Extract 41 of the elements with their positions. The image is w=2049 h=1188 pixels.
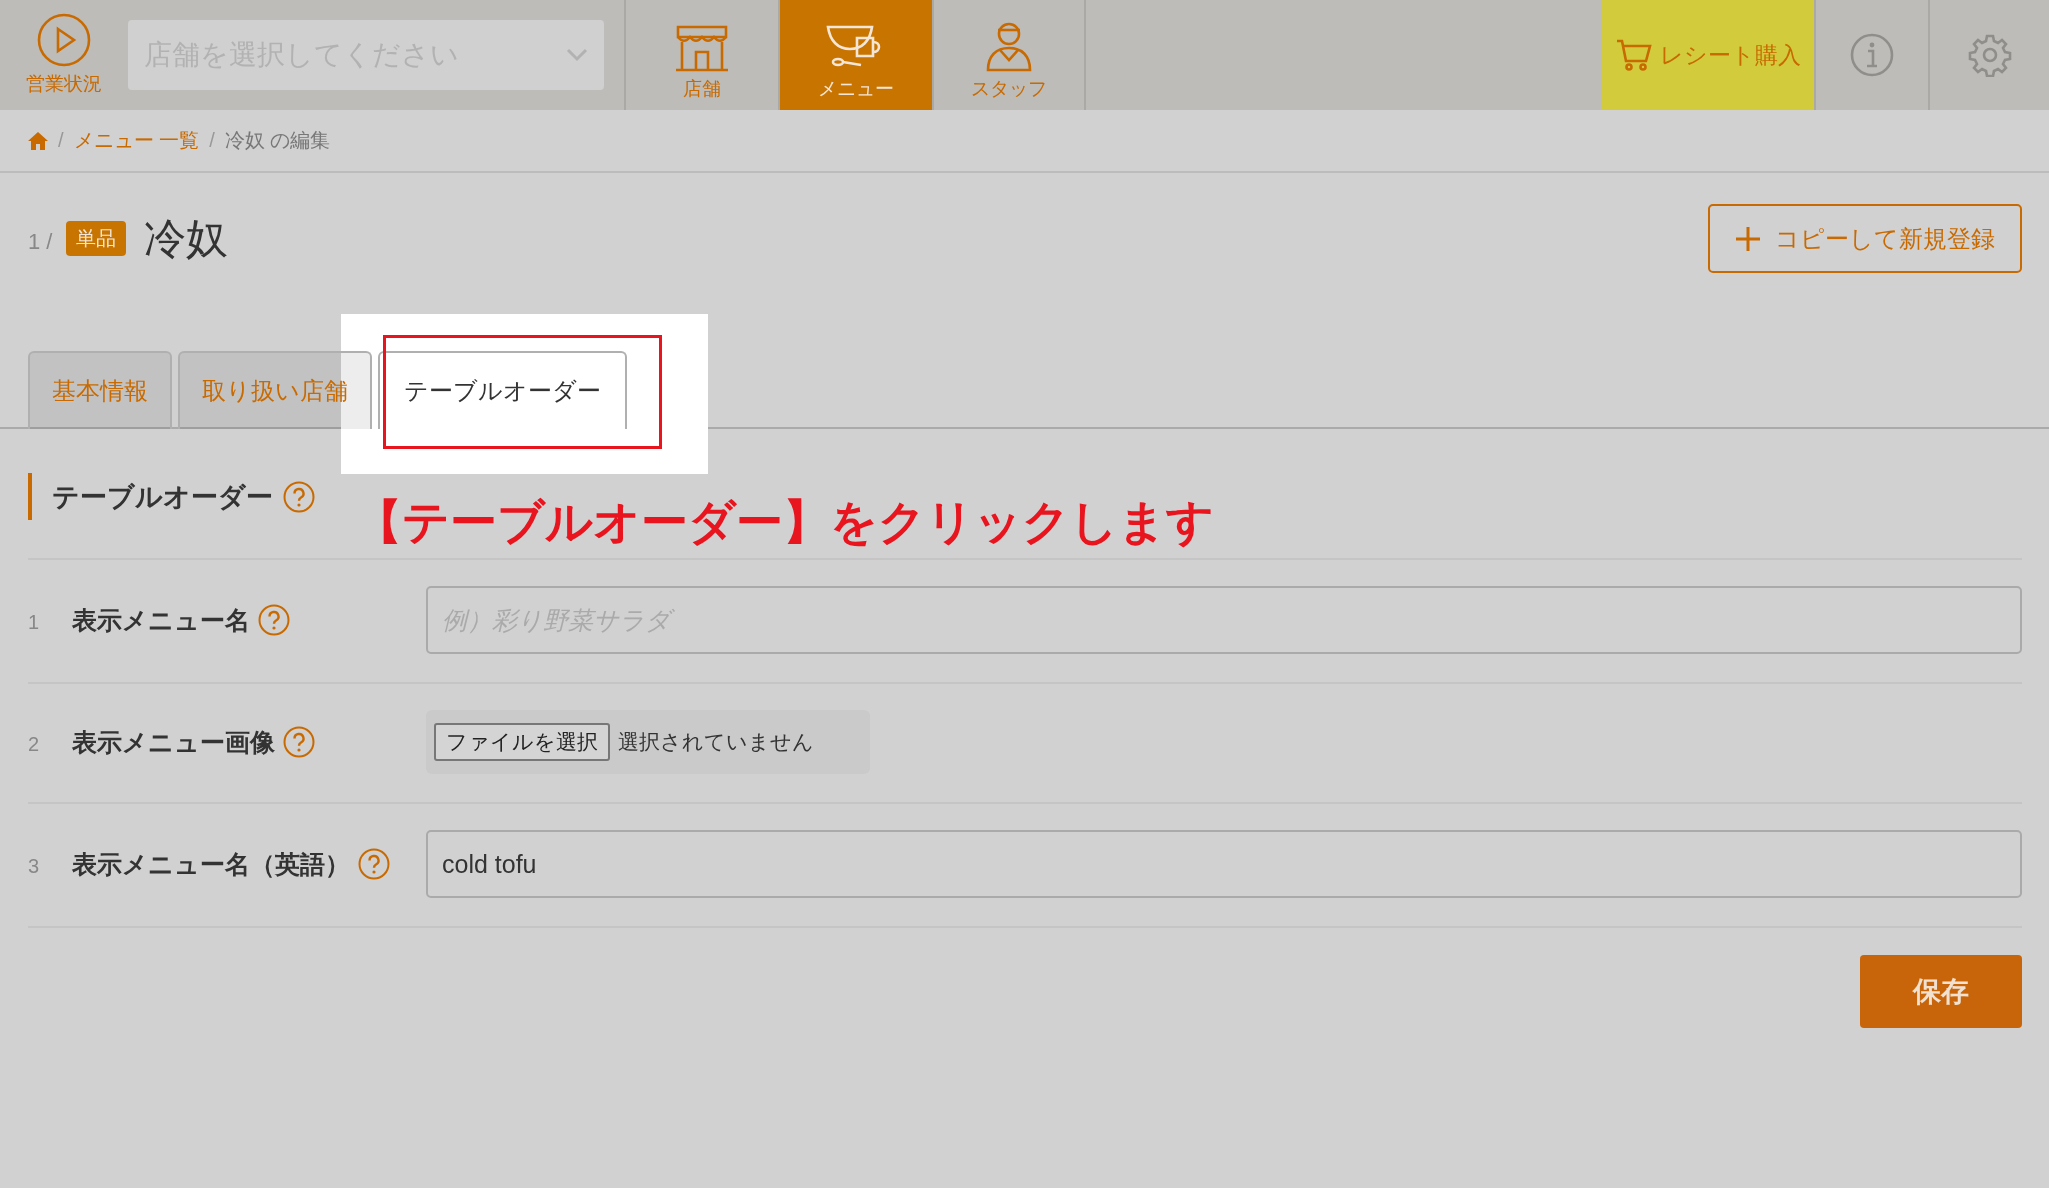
- help-icon[interactable]: [258, 604, 290, 636]
- field-label: 表示メニュー名: [72, 604, 250, 636]
- help-icon[interactable]: [358, 848, 390, 880]
- home-icon[interactable]: [28, 131, 48, 150]
- row-number: 3: [28, 853, 41, 878]
- plus-icon: [1735, 225, 1761, 252]
- section-title: テーブルオーダー: [52, 480, 273, 514]
- field-label: 表示メニュー名（英語）: [72, 848, 350, 880]
- help-icon[interactable]: [283, 726, 315, 758]
- file-picker[interactable]: ファイルを選択 選択されていません: [426, 710, 870, 774]
- file-status: 選択されていません: [618, 729, 814, 755]
- breadcrumb-separator: /: [58, 129, 64, 152]
- breadcrumb-current: 冷奴 の編集: [224, 128, 331, 153]
- save-button[interactable]: 保存: [1860, 955, 2022, 1028]
- person-icon: [984, 20, 1034, 72]
- instruction-text: 【テーブルオーダー】をクリックします: [355, 494, 1214, 550]
- type-badge: 単品: [66, 221, 127, 256]
- copy-register-button[interactable]: コピーして新規登録: [1708, 204, 2022, 273]
- status-button[interactable]: 営業状況: [0, 0, 128, 110]
- tab[interactable]: テーブルオーダー: [378, 351, 627, 429]
- help-icon[interactable]: [283, 480, 315, 513]
- item-index: 1 /: [28, 228, 53, 255]
- chevron-down-icon: [566, 48, 588, 62]
- storefront-icon: [674, 24, 730, 72]
- play-icon: [37, 13, 91, 67]
- breadcrumb-separator: /: [209, 129, 215, 152]
- nav-tab[interactable]: メニュー: [778, 0, 932, 110]
- row-number: 2: [28, 731, 41, 756]
- receipt-purchase-button[interactable]: レシート購入: [1602, 0, 1814, 110]
- info-icon[interactable]: [1850, 33, 1894, 77]
- choose-file-button[interactable]: ファイルを選択: [434, 723, 610, 761]
- tab[interactable]: 取り扱い店舗: [178, 351, 372, 429]
- settings-icon[interactable]: [1967, 33, 2012, 77]
- cart-icon: [1615, 39, 1652, 71]
- item-title: 冷奴: [144, 213, 229, 264]
- nav-tab[interactable]: スタッフ: [932, 0, 1086, 110]
- row-number: 1: [28, 609, 41, 634]
- field-label: 表示メニュー画像: [72, 726, 275, 758]
- input-field[interactable]: cold tofu: [426, 830, 2022, 898]
- tab[interactable]: 基本情報: [28, 351, 172, 429]
- breadcrumb-link[interactable]: メニュー 一覧: [73, 127, 200, 154]
